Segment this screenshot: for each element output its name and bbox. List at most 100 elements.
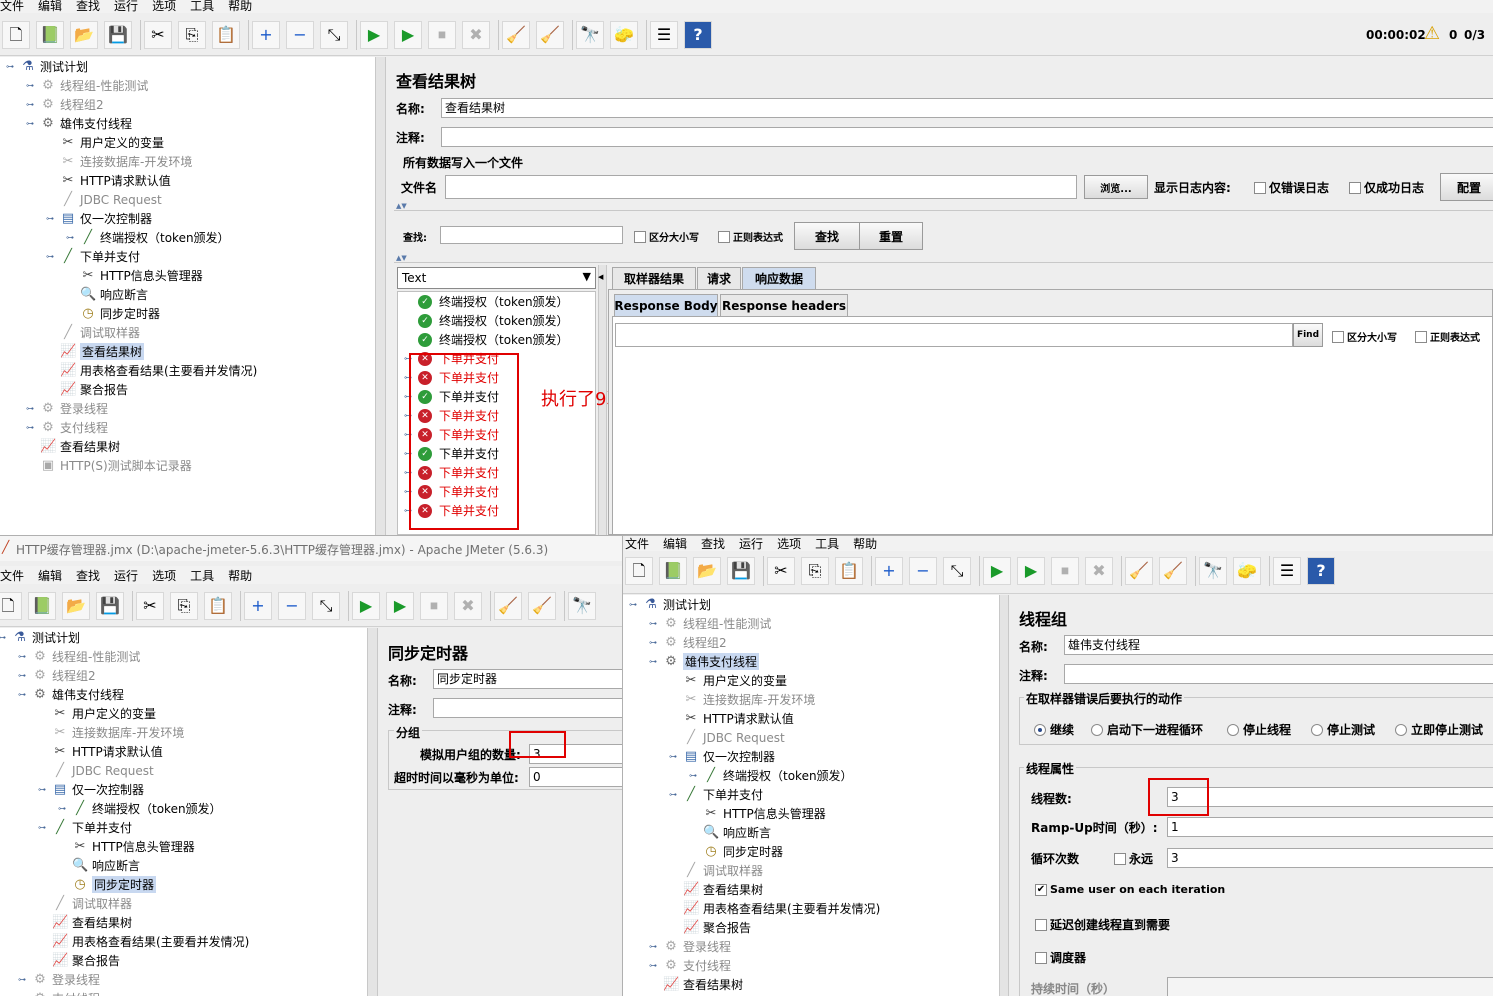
start-icon[interactable]: ▶	[352, 592, 380, 620]
expand-toggle-icon[interactable]: ⊶	[669, 791, 677, 799]
tree-node[interactable]: ⚙ 登录线程	[32, 970, 100, 989]
expand-toggle-icon[interactable]: ⊶	[669, 753, 677, 761]
cut-icon[interactable]: ✂	[144, 21, 172, 49]
shutdown-icon[interactable]: ✖	[1085, 557, 1113, 585]
menu-tools[interactable]: 工具	[190, 0, 214, 14]
menu-tools[interactable]: 工具	[190, 567, 214, 584]
response-case-checkbox[interactable]: 区分大小写	[1332, 329, 1397, 344]
expand-toggle-icon[interactable]: ⊶	[649, 620, 657, 628]
expand-toggle-icon[interactable]: ⊶	[46, 253, 54, 261]
new-icon[interactable]: 🗋	[2, 21, 30, 49]
stop-icon[interactable]: ⏹	[428, 21, 456, 49]
subtab-response-headers[interactable]: Response headers	[720, 294, 848, 316]
tree-node[interactable]: ╱ 下单并支付	[683, 785, 763, 804]
toggle-icon[interactable]: ⤡	[320, 21, 348, 49]
rampup-input[interactable]: 1	[1167, 817, 1493, 837]
comment-input[interactable]	[441, 127, 1493, 147]
checkbox-box[interactable]	[718, 230, 730, 243]
tree-node[interactable]: 📈 聚合报告	[683, 918, 751, 937]
checkbox-box[interactable]	[1114, 852, 1126, 865]
tree-node[interactable]: ⚙ 支付线程	[40, 418, 108, 437]
radio-dot[interactable]	[1395, 723, 1407, 736]
paste-icon[interactable]: 📋	[204, 592, 232, 620]
tree-node[interactable]: ⚗ 测试计划	[12, 628, 80, 647]
filename-input[interactable]	[445, 175, 1077, 199]
tree-node[interactable]: ✂ 连接数据库-开发环境	[683, 690, 816, 709]
tree-node[interactable]: 📈 用表格查看结果(主要看并发情况)	[60, 361, 257, 380]
expand-toggle-icon[interactable]: ⊶	[58, 805, 66, 813]
menu-options[interactable]: 选项	[152, 567, 176, 584]
templates-icon[interactable]: 📗	[36, 21, 64, 49]
save-icon[interactable]: 💾	[96, 592, 124, 620]
clear-icon[interactable]: 🧹	[1125, 557, 1153, 585]
tree-node[interactable]: ⚙ 线程组2	[32, 666, 95, 685]
copy-icon[interactable]: ⎘	[178, 21, 206, 49]
response-regex-checkbox[interactable]: 正则表达式	[1415, 329, 1480, 344]
tree-node[interactable]: 📈 查看结果树	[663, 975, 743, 994]
configure-button[interactable]: 配置	[1440, 173, 1493, 201]
response-find-input[interactable]	[615, 323, 1293, 347]
checkbox-box[interactable]: ✔	[1035, 883, 1047, 896]
warning-icon[interactable]: ⚠	[1424, 24, 1444, 44]
radio-dot[interactable]	[1311, 723, 1323, 736]
menu-search[interactable]: 查找	[76, 0, 100, 14]
name-input[interactable]: 查看结果树	[441, 98, 1493, 118]
expand-toggle-icon[interactable]: ⊶	[18, 976, 26, 984]
save-icon[interactable]: 💾	[104, 21, 132, 49]
copy-icon[interactable]: ⎘	[170, 592, 198, 620]
templates-icon[interactable]: 📗	[659, 557, 687, 585]
tree-node[interactable]: ✂ 用户定义的变量	[60, 133, 164, 152]
checkbox-box[interactable]	[1415, 330, 1427, 343]
expand-toggle-icon[interactable]: ⊶	[26, 120, 34, 128]
result-item[interactable]: ✓ 终端授权（token颁发）	[418, 311, 569, 330]
menu-options[interactable]: 选项	[152, 0, 176, 14]
checkbox-box[interactable]	[634, 230, 646, 243]
search-input[interactable]	[440, 226, 623, 244]
shutdown-icon[interactable]: ✖	[454, 592, 482, 620]
response-find-button[interactable]: Find	[1293, 323, 1323, 347]
only-success-checkbox[interactable]: 仅成功日志	[1349, 179, 1424, 196]
tree-node[interactable]: ⚙ 支付线程	[663, 956, 731, 975]
expand-toggle-icon[interactable]: ⊶	[649, 639, 657, 647]
tree-node[interactable]: ⚙ 线程组-性能测试	[40, 76, 148, 95]
expand-toggle-icon[interactable]: ⊶	[0, 634, 6, 642]
menu-edit[interactable]: 编辑	[38, 567, 62, 584]
help-icon[interactable]: ?	[1307, 557, 1335, 585]
search-icon[interactable]: 🔭	[576, 21, 604, 49]
collapse-arrows-1[interactable]: ▲▼	[396, 202, 407, 210]
tree-node[interactable]: ⚙ 线程组-性能测试	[663, 614, 771, 633]
copy-icon[interactable]: ⎘	[801, 557, 829, 585]
menu-run[interactable]: 运行	[739, 536, 763, 552]
tree-node[interactable]: ⚗ 测试计划	[20, 57, 88, 76]
menu-edit[interactable]: 编辑	[663, 536, 687, 552]
menu-options[interactable]: 选项	[777, 536, 801, 552]
expand-toggle-icon[interactable]: ⊶	[38, 786, 46, 794]
reset-search-icon[interactable]: 🧽	[1233, 557, 1261, 585]
menu-search[interactable]: 查找	[701, 536, 725, 552]
tree-node[interactable]: ╱ 调试取样器	[60, 323, 140, 342]
tree-node[interactable]: 📈 查看结果树	[52, 913, 132, 932]
radio-continue[interactable]: 继续	[1034, 721, 1074, 738]
search-icon[interactable]: 🔭	[1199, 557, 1227, 585]
tree-node[interactable]: ◷ 同步定时器	[703, 842, 783, 861]
duration-input[interactable]	[1167, 977, 1493, 996]
radio-stop-test[interactable]: 停止测试	[1311, 721, 1375, 738]
tree-node[interactable]: 📈 查看结果树	[40, 437, 120, 456]
tree-node[interactable]: ✂ HTTP请求默认值	[52, 742, 163, 761]
save-icon[interactable]: 💾	[727, 557, 755, 585]
new-icon[interactable]: 🗋	[625, 557, 653, 585]
threads-input[interactable]: 3	[1167, 787, 1493, 807]
checkbox-box[interactable]	[1035, 918, 1047, 931]
tree-node[interactable]: ✂ 连接数据库-开发环境	[52, 723, 185, 742]
paste-icon[interactable]: 📋	[835, 557, 863, 585]
tree-node[interactable]: ◷ 同步定时器	[80, 304, 160, 323]
tree-node[interactable]: ⚙ 登录线程	[40, 399, 108, 418]
timeout-input[interactable]: 0	[529, 767, 622, 787]
collapse-icon[interactable]: −	[286, 21, 314, 49]
only-errors-checkbox[interactable]: 仅错误日志	[1254, 179, 1329, 196]
tree-node[interactable]: 📈 聚合报告	[60, 380, 128, 399]
search-icon[interactable]: 🔭	[568, 592, 596, 620]
expand-toggle-icon[interactable]: ⊶	[18, 691, 26, 699]
expand-icon[interactable]: +	[252, 21, 280, 49]
subtab-response-body[interactable]: Response Body	[614, 294, 718, 316]
